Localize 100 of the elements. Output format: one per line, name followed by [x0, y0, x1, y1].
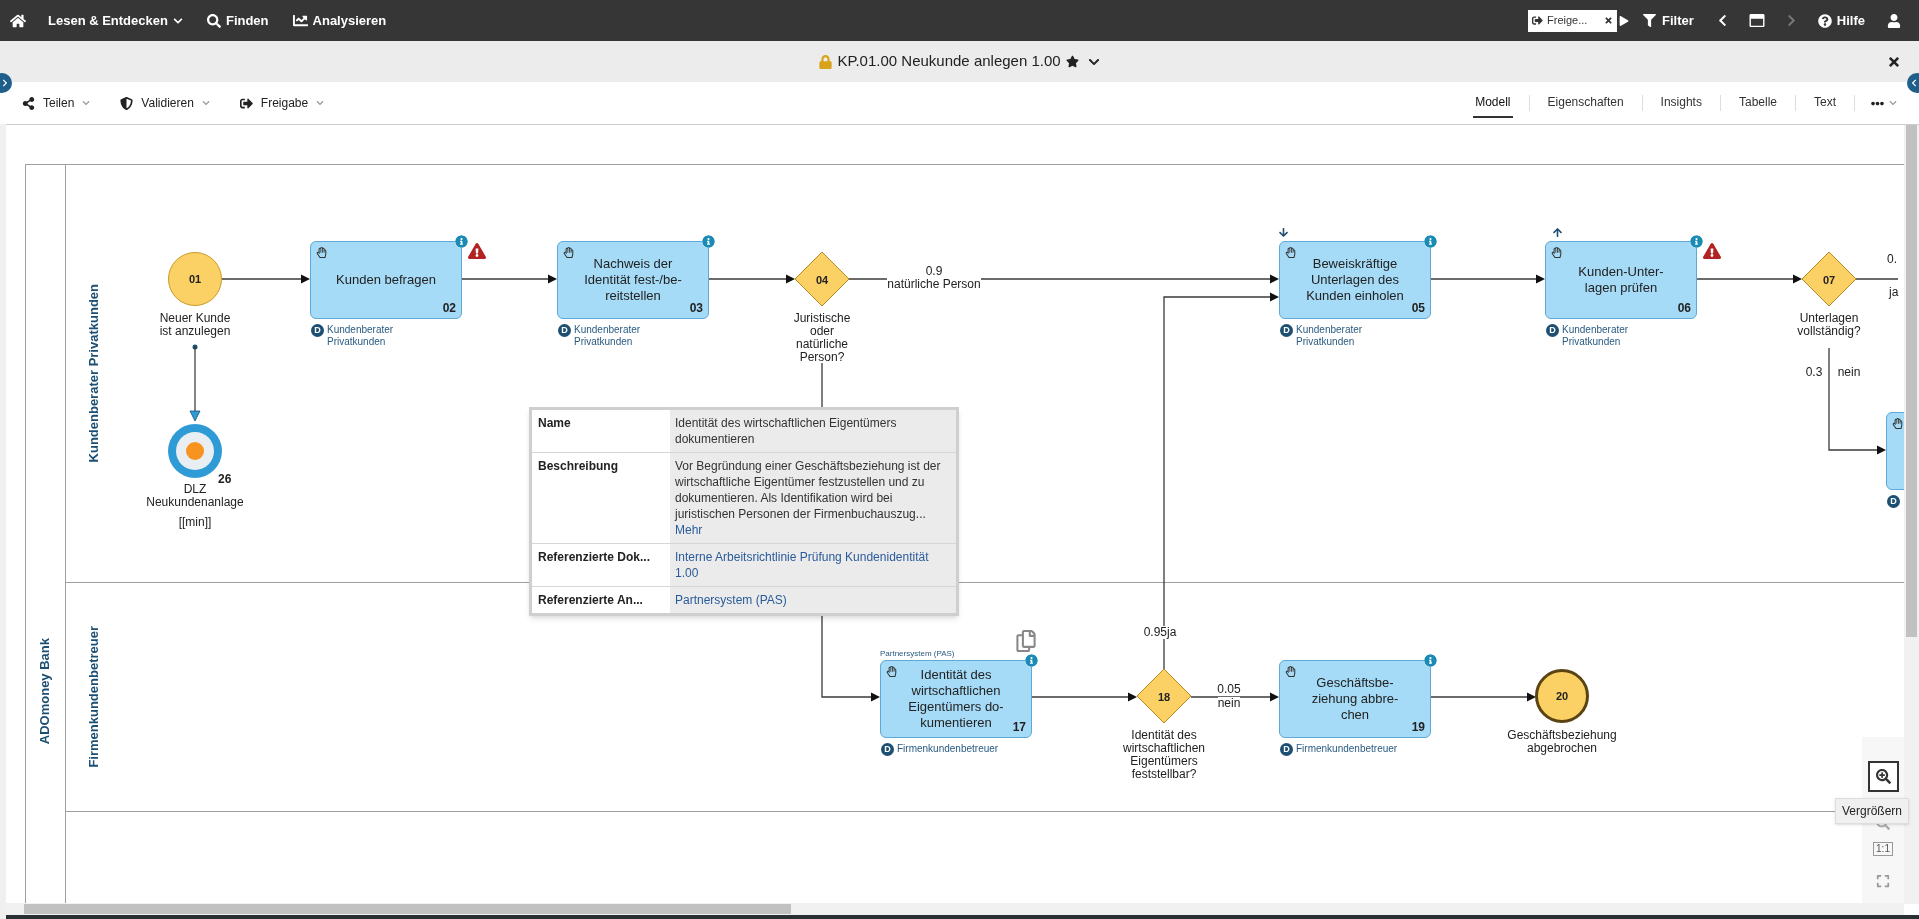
property-value: Identität des wirtschaftlichen Eigentümers dokumentieren — [675, 415, 898, 447]
filter-icon — [1643, 14, 1657, 27]
gateway-number: 04 — [814, 273, 830, 288]
help-button[interactable]: Hilfe — [1817, 10, 1865, 31]
role-label[interactable]: Kundenberater Privatkunden — [574, 324, 641, 348]
task-label: Identität des wirtschaftlichen Eigentümers do- kumentieren — [908, 667, 1004, 731]
filter-button[interactable]: Filter — [1643, 10, 1694, 31]
home-icon[interactable] — [10, 12, 26, 29]
edge-label: 0.05 — [1217, 683, 1241, 696]
more-link[interactable]: Mehr — [675, 522, 703, 538]
property-label: Referenzierte An... — [538, 593, 643, 607]
hand-icon — [886, 666, 897, 677]
end-event[interactable]: 20 — [1535, 669, 1589, 723]
task-label: Nachweis der Identität fest-/be- reitstellen — [584, 256, 682, 304]
view-tab[interactable]: Tabelle — [1736, 88, 1779, 118]
edge-label: 0.3 — [1805, 366, 1823, 379]
line-chart-icon — [292, 13, 308, 28]
shield-icon — [120, 96, 134, 110]
edge-label: nein — [1837, 366, 1861, 379]
edge-label: ja — [1889, 286, 1899, 299]
task-box[interactable]: Kunden befragen 02 — [310, 241, 462, 319]
lock-icon — [819, 54, 833, 69]
vertical-scrollbar[interactable] — [1904, 125, 1919, 904]
caret-icon — [172, 15, 183, 26]
info-icon[interactable] — [1424, 654, 1437, 667]
node-label: Geschäftsbeziehung abgebrochen — [1507, 729, 1617, 755]
toolbar-button[interactable]: Freigabe — [239, 94, 325, 112]
role-label[interactable]: Kundenberater Privatkunden — [1562, 324, 1629, 348]
task-box[interactable]: Beweiskräftige Unterlagen des Kunden einholen 05 — [1279, 241, 1431, 319]
info-icon[interactable] — [1025, 654, 1038, 667]
horizontal-scrollbar[interactable] — [6, 903, 1904, 915]
pool-label: ADOmoney Bank — [36, 637, 54, 745]
chip-label: Freige... — [1547, 13, 1588, 29]
chevron-icon — [1, 79, 9, 87]
tooltip: Vergrößern — [1834, 798, 1909, 824]
task-box[interactable]: Geschäftsbe- ziehung abbre- chen 19 — [1279, 660, 1431, 738]
task-number: 03 — [689, 300, 703, 317]
edge-label: natürliche Person — [887, 278, 981, 291]
info-icon[interactable] — [455, 235, 468, 248]
info-icon[interactable] — [702, 235, 715, 248]
property-label: Name — [538, 416, 571, 430]
exit-icon — [1532, 15, 1544, 26]
star-icon[interactable] — [1065, 55, 1079, 68]
close-icon[interactable] — [1604, 16, 1614, 25]
info-icon[interactable] — [1424, 235, 1437, 248]
role-badge: D — [311, 324, 324, 337]
view-tab[interactable]: Text — [1812, 88, 1838, 118]
role-label[interactable]: Firmenkundenbetreuer — [897, 743, 999, 755]
role-label[interactable]: Kundenberater Privatkunden — [1296, 324, 1363, 348]
filter-chip[interactable]: Freige... — [1528, 9, 1618, 32]
node-label: [[min]] — [178, 516, 212, 529]
hand-icon — [1285, 666, 1296, 677]
share-icon — [22, 96, 35, 110]
zoom-in-icon — [1875, 769, 1891, 784]
task-number: 17 — [1012, 719, 1026, 736]
document-title: KP.01.00 Neukunde anlegen 1.00 — [837, 51, 1061, 72]
task-label: Kunden befragen — [336, 272, 436, 288]
node-label: Juristische oder natürliche Person? — [793, 312, 851, 364]
edge-label: ja — [1167, 626, 1177, 639]
toolbar-button[interactable]: Validieren — [120, 94, 210, 112]
view-tab[interactable]: Eigenschaften — [1545, 88, 1626, 118]
caret-icon — [82, 99, 91, 107]
system-label: Partnersystem (PAS) — [880, 649, 955, 658]
start-event[interactable]: 01 — [168, 252, 222, 306]
info-icon[interactable] — [1690, 235, 1703, 248]
caret-icon — [1889, 99, 1897, 107]
edge-label: 0.9 — [925, 265, 943, 278]
task-box[interactable]: Nachweis der Identität fest-/be- reitstellen 03 — [557, 241, 709, 319]
view-tab[interactable]: Modell — [1473, 88, 1513, 118]
task-box[interactable]: Identität des wirtschaftlichen Eigentümers do- kumentieren 17 — [880, 660, 1032, 738]
role-badge: D — [881, 743, 894, 756]
property-value: Vor Begründung einer Geschäftsbeziehung ist der wirtschaftliche Eigentümer festzustellen und zu dokumentieren. Als Identifikation wird bei juristischen Personen der Firmenbuchauszug... — [675, 458, 942, 522]
menu-item[interactable]: Analysieren — [292, 10, 387, 31]
close-icon[interactable] — [1887, 54, 1901, 69]
window-icon[interactable] — [1748, 13, 1765, 28]
gateway-diamond[interactable] — [1801, 251, 1857, 307]
role-label[interactable]: Firmenkundenbetreuer — [1296, 743, 1398, 755]
actual-size-button[interactable]: 1:1 — [1873, 842, 1893, 856]
view-tab[interactable]: Insights — [1658, 88, 1704, 118]
caret-icon — [316, 99, 325, 107]
caret-icon — [201, 99, 210, 107]
node-label: Identität des wirtschaftlichen Eigentümers feststellbar? — [1123, 729, 1205, 781]
menu-item[interactable]: Lesen & Entdecken — [48, 10, 183, 31]
menu-item[interactable]: Finden — [206, 10, 269, 31]
chevron-icon — [1910, 79, 1918, 87]
zoom-in-button[interactable] — [1867, 761, 1899, 792]
toolbar-button[interactable]: Teilen — [22, 94, 91, 112]
play-icon[interactable] — [1619, 15, 1630, 26]
role-badge: D — [1280, 743, 1293, 756]
gateway-diamond[interactable] — [1136, 668, 1192, 724]
user-icon[interactable] — [1887, 13, 1901, 28]
role-badge: D — [1280, 324, 1293, 337]
task-box[interactable]: Kunden-Unter- lagen prüfen 06 — [1545, 241, 1697, 319]
role-badge: D — [1887, 495, 1900, 508]
role-label[interactable]: Kundenberater Privatkunden — [327, 324, 394, 348]
property-label: Beschreibung — [538, 459, 618, 473]
gateway-diamond[interactable] — [794, 251, 850, 307]
gateway-number: 18 — [1156, 690, 1172, 705]
hand-icon — [1285, 247, 1296, 258]
fit-page-icon[interactable] — [1876, 874, 1890, 888]
